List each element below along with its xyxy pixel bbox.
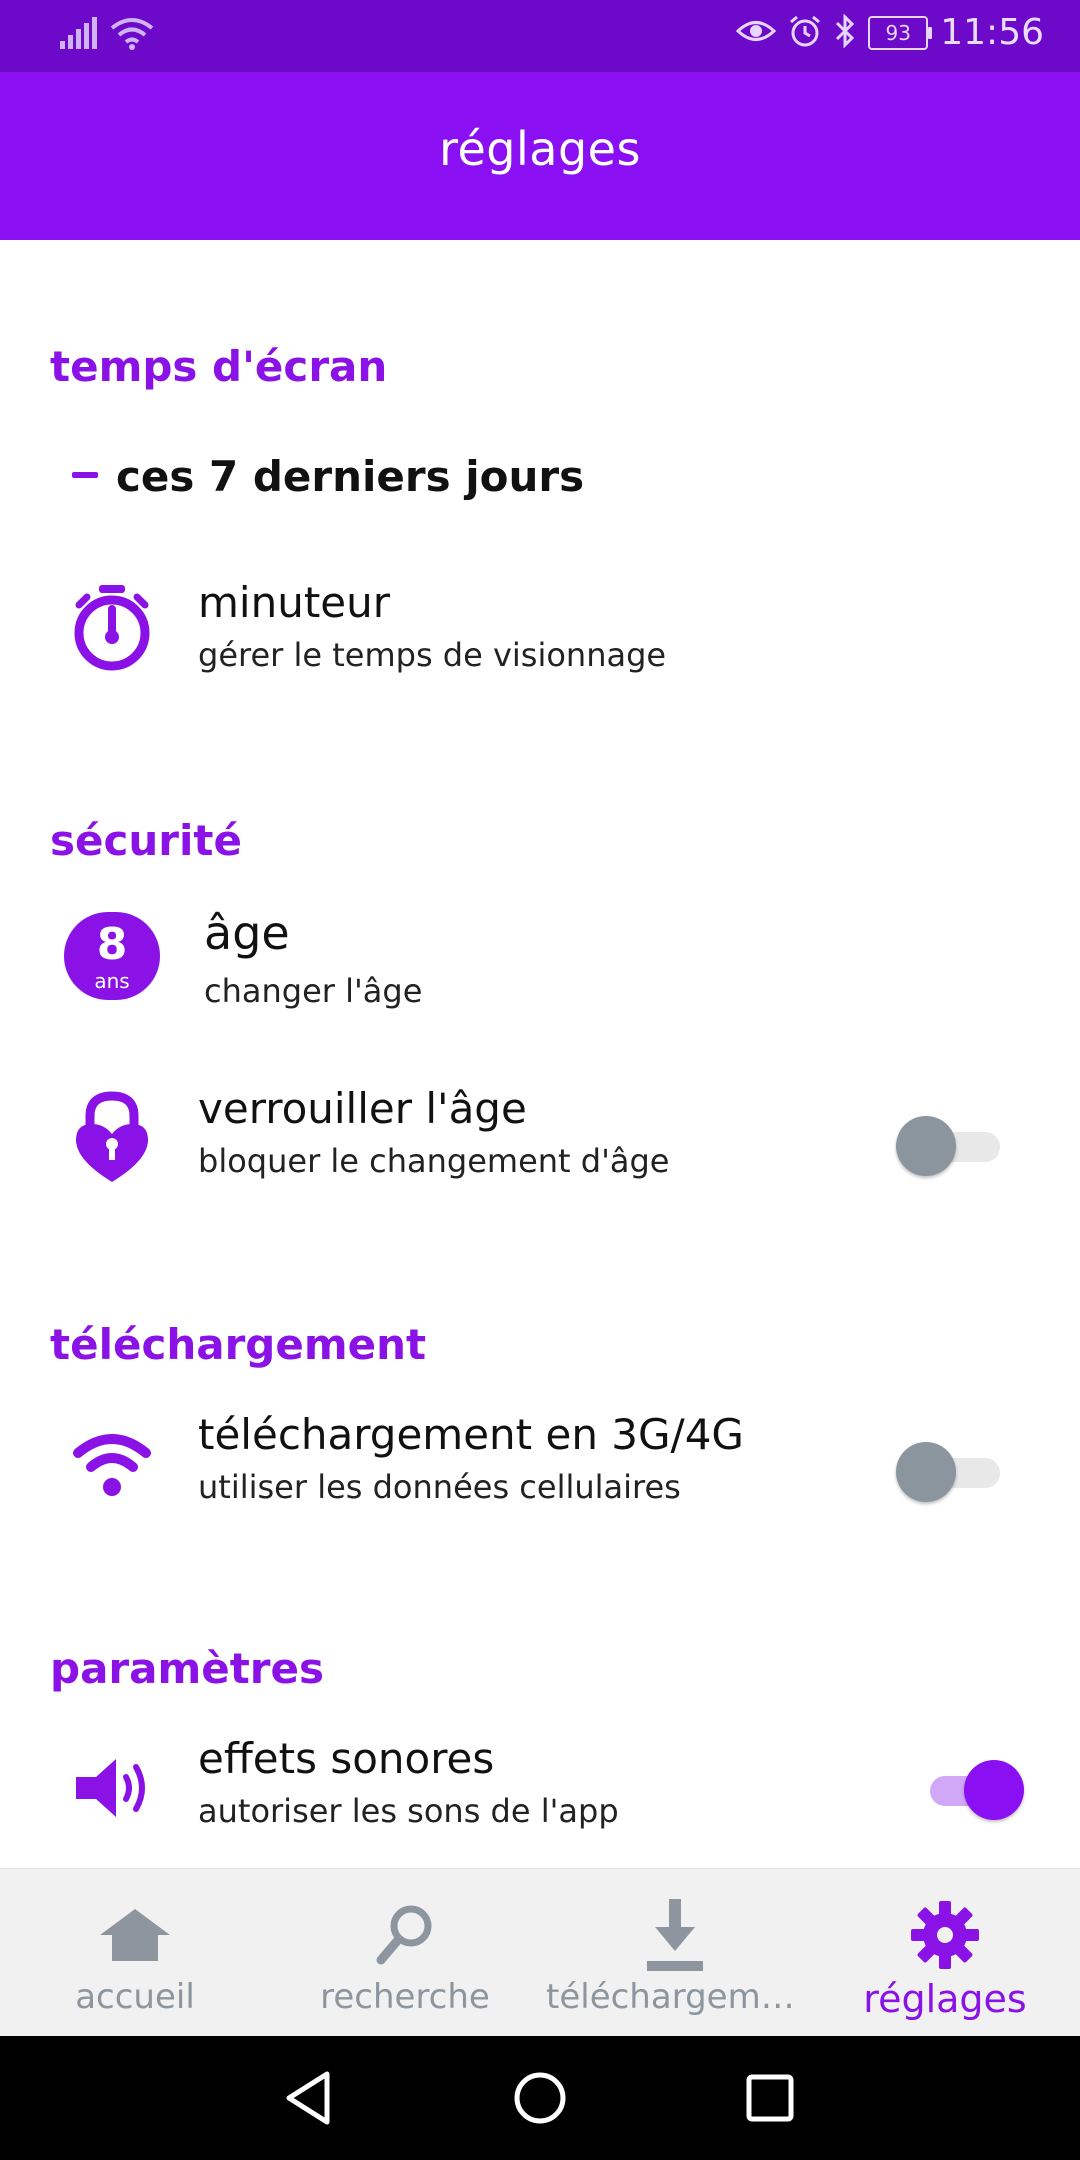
collapse-dash-icon (72, 472, 98, 478)
bottom-navigation: accueil recherche téléchargeme... réglag… (0, 1868, 1080, 2037)
back-icon[interactable] (278, 2068, 338, 2128)
toggle-knob (896, 1116, 956, 1176)
bluetooth-icon (834, 12, 856, 52)
lock-age-subtitle: bloquer le changement d'âge (198, 1142, 670, 1180)
screen-time-summary-row[interactable]: ces 7 derniers jours (0, 440, 1080, 520)
settings-list[interactable]: temps d'écran ces 7 derniers jours minut… (0, 240, 1080, 1868)
age-subtitle: changer l'âge (204, 972, 423, 1010)
lock-age-toggle[interactable] (896, 1116, 1000, 1176)
cellular-download-row[interactable]: téléchargement en 3G/4G utiliser les don… (0, 1406, 1080, 1526)
recent-apps-icon[interactable] (740, 2068, 800, 2128)
nav-search-label: recherche (320, 1977, 490, 2017)
signal-icon (58, 17, 98, 53)
lock-age-title: verrouiller l'âge (198, 1084, 527, 1133)
toggle-knob (964, 1760, 1024, 1820)
nav-search[interactable]: recherche (270, 1869, 540, 2037)
age-badge: 8 ans (64, 908, 160, 1004)
age-title: âge (204, 906, 290, 960)
status-bar: 93 11:56 (0, 0, 1080, 72)
timer-row[interactable]: minuteur gérer le temps de visionnage (0, 570, 1080, 690)
stopwatch-icon (64, 580, 160, 676)
section-title-settings: paramètres (50, 1644, 324, 1693)
cellular-download-subtitle: utiliser les données cellulaires (198, 1468, 681, 1506)
section-title-download: téléchargement (50, 1320, 427, 1369)
lock-age-row[interactable]: verrouiller l'âge bloquer le changement … (0, 1080, 1080, 1200)
search-icon (270, 1895, 540, 1975)
section-title-security: sécurité (50, 816, 242, 865)
nav-downloads-label: téléchargeme... (546, 1977, 810, 2017)
padlock-heart-icon (64, 1090, 160, 1186)
toggle-knob (896, 1442, 956, 1502)
cellular-download-toggle[interactable] (896, 1442, 1000, 1502)
app-bar: réglages (0, 72, 1080, 240)
timer-title: minuteur (198, 578, 391, 627)
home-icon (0, 1895, 270, 1975)
wifi-status-icon (110, 16, 154, 54)
sound-effects-title: effets sonores (198, 1734, 495, 1783)
speaker-icon (64, 1740, 160, 1836)
age-badge-unit: ans (94, 969, 130, 993)
timer-subtitle: gérer le temps de visionnage (198, 636, 667, 674)
home-circle-icon[interactable] (510, 2068, 570, 2128)
sound-effects-toggle[interactable] (920, 1760, 1024, 1820)
alarm-icon (788, 14, 822, 52)
sound-effects-row[interactable]: effets sonores autoriser les sons de l'a… (0, 1730, 1080, 1850)
sound-effects-subtitle: autoriser les sons de l'app (198, 1792, 619, 1830)
age-row[interactable]: 8 ans âge changer l'âge (0, 900, 1080, 1030)
wifi-icon (64, 1416, 160, 1512)
system-navigation-bar (0, 2036, 1080, 2160)
page-title: réglages (439, 122, 641, 176)
gear-icon (810, 1895, 1080, 1975)
cellular-download-title: téléchargement en 3G/4G (198, 1410, 744, 1459)
clock: 11:56 (940, 12, 1044, 53)
section-title-screen-time: temps d'écran (50, 342, 388, 391)
nav-settings[interactable]: réglages (810, 1869, 1080, 2037)
eye-icon (736, 16, 777, 50)
nav-settings-label: réglages (863, 1977, 1027, 2021)
nav-home[interactable]: accueil (0, 1869, 270, 2037)
age-badge-number: 8 (96, 919, 128, 970)
nav-home-label: accueil (75, 1977, 195, 2017)
nav-downloads[interactable]: téléchargeme... (540, 1869, 810, 2037)
screen-time-summary: ces 7 derniers jours (116, 452, 585, 501)
download-icon (540, 1895, 810, 1975)
battery-indicator: 93 (868, 15, 933, 50)
